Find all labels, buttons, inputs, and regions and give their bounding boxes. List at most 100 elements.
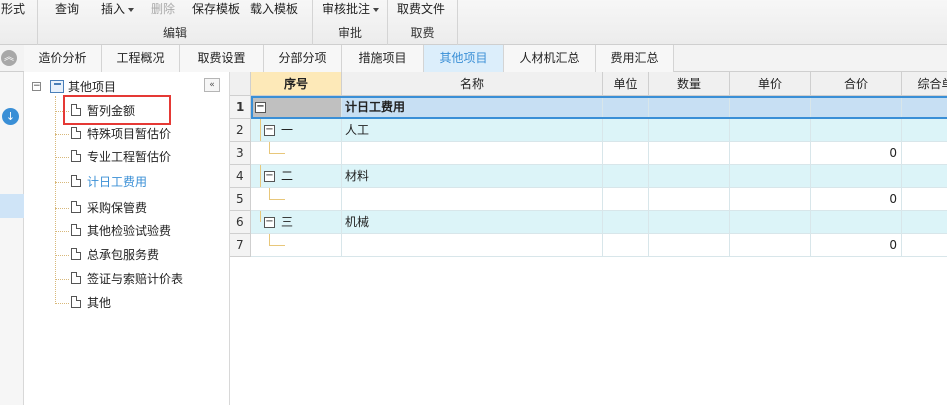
quantity-cell[interactable] — [649, 211, 730, 234]
total-cell[interactable]: 0 — [811, 188, 902, 211]
table-row[interactable]: 7 0 — [230, 234, 947, 257]
tab-project-overview[interactable]: 工程概况 — [102, 45, 180, 72]
name-cell[interactable] — [342, 142, 603, 165]
tree-guide-line — [269, 153, 285, 154]
delete-button[interactable]: 删除 — [151, 1, 175, 17]
query-button[interactable]: 查询 — [55, 1, 79, 17]
tree-root-label[interactable]: 其他项目 — [68, 79, 116, 95]
quantity-cell[interactable] — [649, 142, 730, 165]
unit-cell[interactable] — [603, 211, 649, 234]
tab-cost-analysis[interactable]: 造价分析 — [24, 45, 102, 72]
column-header-quantity[interactable]: 数量 — [649, 72, 730, 96]
tree-item-claims-table[interactable]: 签证与索赔计价表 — [87, 271, 183, 287]
total-cell[interactable] — [811, 119, 902, 142]
tree-item-procurement-fee[interactable]: 采购保管费 — [87, 200, 147, 216]
composite-price-cell[interactable] — [902, 96, 947, 119]
quantity-cell[interactable] — [649, 234, 730, 257]
tab-fee-summary[interactable]: 费用汇总 — [596, 45, 674, 72]
seq-cell[interactable]: − 一 — [251, 119, 342, 142]
unit-price-cell[interactable] — [730, 165, 811, 188]
quantity-cell[interactable] — [649, 188, 730, 211]
unit-price-cell[interactable] — [730, 211, 811, 234]
table-row[interactable]: 6 − 三 机械 — [230, 211, 947, 234]
unit-cell[interactable] — [603, 96, 649, 119]
tree-item-other[interactable]: 其他 — [87, 295, 111, 311]
tree-guide-line — [55, 96, 56, 304]
total-cell[interactable]: 0 — [811, 234, 902, 257]
fee-file-button[interactable]: 取费文件 — [397, 1, 445, 17]
strip-selection[interactable] — [0, 194, 24, 218]
name-cell[interactable] — [342, 188, 603, 211]
composite-price-cell[interactable] — [902, 234, 947, 257]
double-chevron-up-icon[interactable]: ︽ — [1, 50, 17, 66]
tab-sub-items[interactable]: 分部分项 — [264, 45, 342, 72]
seq-cell[interactable] — [251, 234, 342, 257]
unit-cell[interactable] — [603, 234, 649, 257]
unit-price-cell[interactable] — [730, 188, 811, 211]
composite-price-cell[interactable] — [902, 119, 947, 142]
name-cell[interactable] — [342, 234, 603, 257]
save-template-button[interactable]: 保存模板 — [192, 1, 240, 17]
table-row[interactable]: 5 0 — [230, 188, 947, 211]
column-header-seq[interactable]: 序号 — [251, 72, 342, 96]
tree-item-special-estimate[interactable]: 特殊项目暂估价 — [87, 126, 171, 142]
column-header-name[interactable]: 名称 — [342, 72, 603, 96]
seq-cell[interactable]: − 三 — [251, 211, 342, 234]
download-icon[interactable]: ↓ — [2, 108, 19, 125]
tree-item-inspection-fee[interactable]: 其他检验试验费 — [87, 223, 171, 239]
total-cell[interactable]: 0 — [811, 142, 902, 165]
composite-price-cell[interactable] — [902, 211, 947, 234]
collapse-icon[interactable]: − — [264, 171, 275, 182]
tab-fee-settings[interactable]: 取费设置 — [180, 45, 264, 72]
unit-price-cell[interactable] — [730, 142, 811, 165]
quantity-cell[interactable] — [649, 165, 730, 188]
insert-button[interactable]: 插入 — [101, 1, 135, 17]
double-chevron-left-icon[interactable]: « — [204, 78, 220, 92]
collapse-icon[interactable]: − — [32, 82, 41, 91]
table-row[interactable]: 2 − 一 人工 — [230, 119, 947, 142]
row-number: 2 — [230, 119, 251, 142]
load-template-button[interactable]: 载入模板 — [250, 1, 298, 17]
quantity-cell[interactable] — [649, 96, 730, 119]
quantity-cell[interactable] — [649, 119, 730, 142]
tree-item-professional-estimate[interactable]: 专业工程暂估价 — [87, 149, 171, 165]
unit-price-cell[interactable] — [730, 234, 811, 257]
collapse-icon[interactable]: − — [255, 102, 266, 113]
unit-cell[interactable] — [603, 142, 649, 165]
unit-price-cell[interactable] — [730, 119, 811, 142]
unit-price-cell[interactable] — [730, 96, 811, 119]
column-header-total[interactable]: 合价 — [811, 72, 902, 96]
unit-cell[interactable] — [603, 119, 649, 142]
name-cell[interactable]: 计日工费用 — [342, 96, 603, 119]
table-row[interactable]: 1 − 计日工费用 — [230, 96, 947, 119]
table-row[interactable]: 3 0 — [230, 142, 947, 165]
seq-cell[interactable] — [251, 188, 342, 211]
tree-item-general-contract-fee[interactable]: 总承包服务费 — [87, 247, 159, 263]
name-cell[interactable]: 材料 — [342, 165, 603, 188]
column-header-composite-price[interactable]: 综合单 — [902, 72, 947, 96]
seq-cell[interactable]: − 二 — [251, 165, 342, 188]
composite-price-cell[interactable] — [902, 142, 947, 165]
unit-cell[interactable] — [603, 165, 649, 188]
total-cell[interactable] — [811, 211, 902, 234]
unit-cell[interactable] — [603, 188, 649, 211]
tab-other-items[interactable]: 其他项目 — [424, 45, 504, 72]
format-button[interactable]: 形式 — [1, 1, 25, 17]
table-row[interactable]: 4 − 二 材料 — [230, 165, 947, 188]
total-cell[interactable] — [811, 96, 902, 119]
seq-cell[interactable]: − — [251, 96, 342, 119]
tree-item-daywork-fee[interactable]: 计日工费用 — [87, 174, 147, 190]
tab-measures[interactable]: 措施项目 — [342, 45, 424, 72]
name-cell[interactable]: 人工 — [342, 119, 603, 142]
tab-labor-material-summary[interactable]: 人材机汇总 — [504, 45, 596, 72]
total-cell[interactable] — [811, 165, 902, 188]
column-header-unit[interactable]: 单位 — [603, 72, 649, 96]
column-header-unit-price[interactable]: 单价 — [730, 72, 811, 96]
name-cell[interactable]: 机械 — [342, 211, 603, 234]
collapse-icon[interactable]: − — [264, 217, 275, 228]
composite-price-cell[interactable] — [902, 165, 947, 188]
collapse-icon[interactable]: − — [264, 125, 275, 136]
composite-price-cell[interactable] — [902, 188, 947, 211]
seq-cell[interactable] — [251, 142, 342, 165]
review-comment-button[interactable]: 审核批注 — [322, 1, 380, 17]
